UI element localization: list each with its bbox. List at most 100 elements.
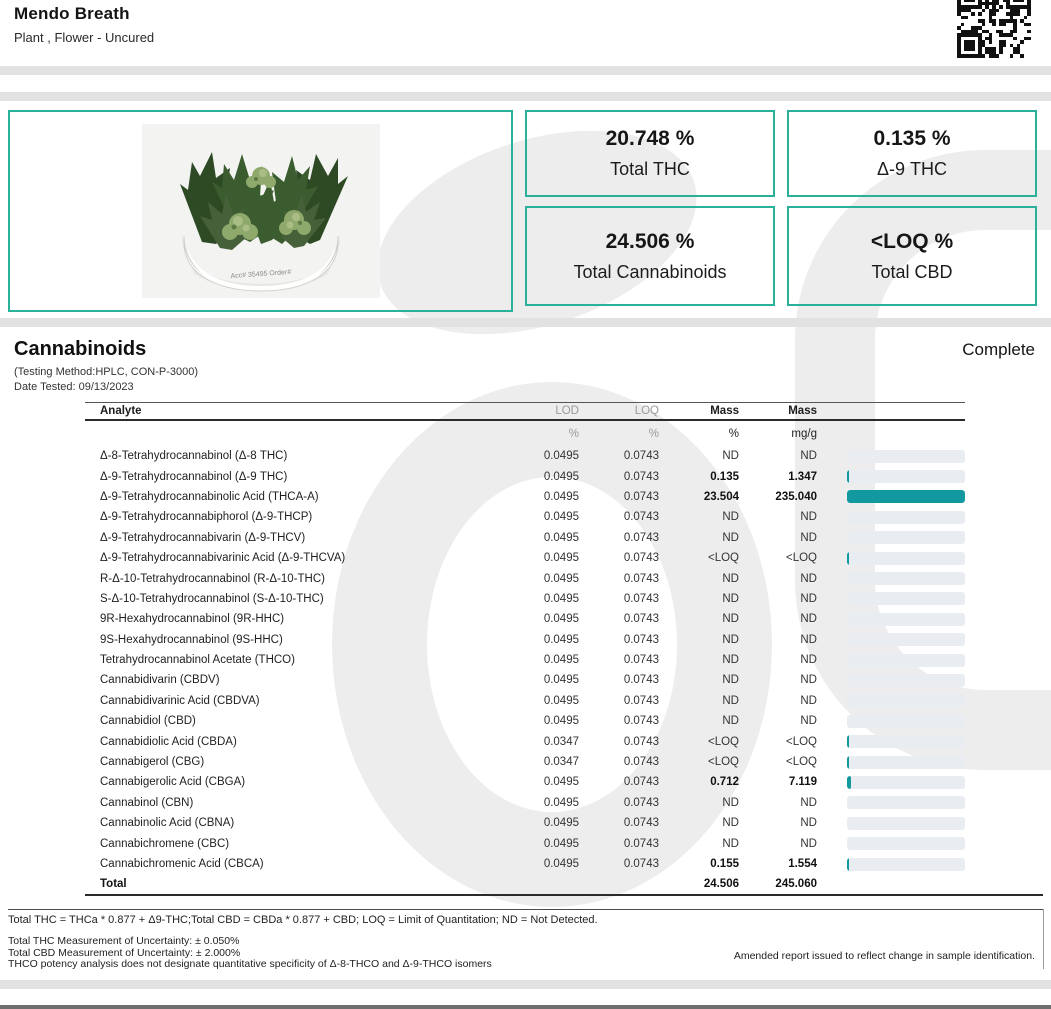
lod-value: 0.0495: [494, 817, 579, 829]
table-row: Δ-9-Tetrahydrocannabiphorol (Δ-9-THCP)0.…: [85, 507, 965, 527]
lod-value: 0.0495: [494, 552, 579, 564]
table-row: Δ-8-Tetrahydrocannabinol (Δ-8 THC)0.0495…: [85, 446, 965, 466]
mass-mgg-value: ND: [739, 634, 817, 646]
divider-band: [0, 980, 1051, 989]
mass-pct-value: ND: [659, 593, 739, 605]
lod-value: 0.0495: [494, 715, 579, 727]
lod-value: 0.0495: [494, 858, 579, 870]
mass-mgg-value: <LOQ: [739, 736, 817, 748]
col-loq: LOQ: [579, 405, 659, 417]
mass-mgg-value: ND: [739, 593, 817, 605]
divider-gap: [0, 75, 1051, 92]
analyte-name: Cannabinolic Acid (CBNA): [85, 817, 494, 829]
mass-pct-value: 0.712: [659, 776, 739, 788]
cannabinoids-section: Cannabinoids Complete (Testing Method:HP…: [0, 327, 1051, 896]
analyte-name: Δ-9-Tetrahydrocannabivarin (Δ-9-THCV): [85, 532, 494, 544]
mass-bar: [817, 531, 965, 544]
unit-lod: %: [494, 428, 579, 440]
analyte-name: Cannabidiol (CBD): [85, 715, 494, 727]
mass-mgg-value: <LOQ: [739, 756, 817, 768]
mass-mgg-value: ND: [739, 797, 817, 809]
mass-mgg-value: ND: [739, 674, 817, 686]
analyte-name: Cannabigerolic Acid (CBGA): [85, 776, 494, 788]
loq-value: 0.0743: [579, 450, 659, 462]
section-title: Cannabinoids: [14, 338, 146, 361]
stat-label: Total CBD: [871, 262, 952, 283]
loq-value: 0.0743: [579, 695, 659, 707]
lod-value: 0.0495: [494, 532, 579, 544]
stat-label: Total Cannabinoids: [573, 262, 726, 283]
mass-bar: [817, 450, 965, 463]
table-units-row: % % % mg/g: [85, 421, 965, 446]
table-row: Cannabinol (CBN)0.04950.0743NDND: [85, 793, 965, 813]
mass-pct-value: 0.155: [659, 858, 739, 870]
amended-note: Amended report issued to reflect change …: [734, 950, 1035, 962]
qr-code-matrix: [957, 0, 1031, 58]
analyte-name: Cannabidiolic Acid (CBDA): [85, 736, 494, 748]
loq-value: 0.0743: [579, 817, 659, 829]
loq-value: 0.0743: [579, 491, 659, 503]
divider-band: [0, 66, 1051, 75]
divider-band: [0, 318, 1051, 327]
mass-bar: [817, 735, 965, 748]
analyte-name: S-Δ-10-Tetrahydrocannabinol (S-Δ-10-THC): [85, 593, 494, 605]
analyte-name: Δ-9-Tetrahydrocannabinol (Δ-9 THC): [85, 471, 494, 483]
mass-mgg-value: ND: [739, 817, 817, 829]
analyte-name: Cannabinol (CBN): [85, 797, 494, 809]
mass-bar: [817, 817, 965, 830]
uncertainty-line: Total THC Measurement of Uncertainty: ± …: [8, 936, 1051, 948]
mass-mgg-value: ND: [739, 715, 817, 727]
analyte-name: Cannabidivarinic Acid (CBDVA): [85, 695, 494, 707]
table-bottom-rule: [85, 894, 1043, 896]
mass-bar: [817, 572, 965, 585]
lod-value: 0.0495: [494, 654, 579, 666]
loq-value: 0.0743: [579, 593, 659, 605]
stat-value: 24.506 %: [606, 230, 695, 254]
loq-value: 0.0743: [579, 674, 659, 686]
mass-pct-value: ND: [659, 573, 739, 585]
lod-value: 0.0495: [494, 613, 579, 625]
mass-pct-value: ND: [659, 695, 739, 707]
mass-mgg-value: ND: [739, 450, 817, 462]
table-row: Δ-9-Tetrahydrocannabinolic Acid (THCA-A)…: [85, 487, 965, 507]
mass-bar: [817, 552, 965, 565]
col-lod: LOD: [494, 405, 579, 417]
lod-value: 0.0495: [494, 695, 579, 707]
analyte-name: R-Δ-10-Tetrahydrocannabinol (R-Δ-10-THC): [85, 573, 494, 585]
mass-mgg-value: 235.040: [739, 491, 817, 503]
analyte-name: Δ-8-Tetrahydrocannabinol (Δ-8 THC): [85, 450, 494, 462]
stat-label: Δ-9 THC: [877, 159, 947, 180]
mass-mgg-value: 1.347: [739, 471, 817, 483]
stat-total-cbd: <LOQ % Total CBD: [787, 206, 1037, 306]
loq-value: 0.0743: [579, 776, 659, 788]
table-rows: Δ-8-Tetrahydrocannabinol (Δ-8 THC)0.0495…: [85, 446, 965, 874]
section-status: Complete: [962, 340, 1035, 360]
table-row: Cannabigerol (CBG)0.03470.0743<LOQ<LOQ: [85, 752, 965, 772]
analyte-name: Δ-9-Tetrahydrocannabinolic Acid (THCA-A): [85, 491, 494, 503]
analyte-name: 9S-Hexahydrocannabinol (9S-HHC): [85, 634, 494, 646]
mass-bar: [817, 858, 965, 871]
analyte-name: Tetrahydrocannabinol Acetate (THCO): [85, 654, 494, 666]
mass-pct-value: ND: [659, 634, 739, 646]
table-row: R-Δ-10-Tetrahydrocannabinol (R-Δ-10-THC)…: [85, 568, 965, 588]
summary-panel: Acc# 35495 Order#: [0, 101, 1051, 318]
loq-value: 0.0743: [579, 613, 659, 625]
lod-value: 0.0495: [494, 450, 579, 462]
lod-value: 0.0495: [494, 674, 579, 686]
analyte-name: Δ-9-Tetrahydrocannabivarinic Acid (Δ-9-T…: [85, 552, 494, 564]
footnote-formula: Total THC = THCa * 0.877 + Δ9-THC;Total …: [0, 910, 1051, 926]
loq-value: 0.0743: [579, 838, 659, 850]
stat-delta9-thc: 0.135 % Δ-9 THC: [787, 110, 1037, 197]
loq-value: 0.0743: [579, 797, 659, 809]
lod-value: 0.0495: [494, 491, 579, 503]
table-row: Δ-9-Tetrahydrocannabivarinic Acid (Δ-9-T…: [85, 548, 965, 568]
date-tested: Date Tested: 09/13/2023: [0, 378, 1051, 393]
mass-pct-value: ND: [659, 797, 739, 809]
mass-mgg-value: ND: [739, 573, 817, 585]
table-row: Δ-9-Tetrahydrocannabinol (Δ-9 THC)0.0495…: [85, 466, 965, 486]
loq-value: 0.0743: [579, 736, 659, 748]
analyte-name: Cannabichromene (CBC): [85, 838, 494, 850]
footnote-right-rule: [1043, 909, 1044, 969]
mass-mgg-value: ND: [739, 654, 817, 666]
loq-value: 0.0743: [579, 532, 659, 544]
